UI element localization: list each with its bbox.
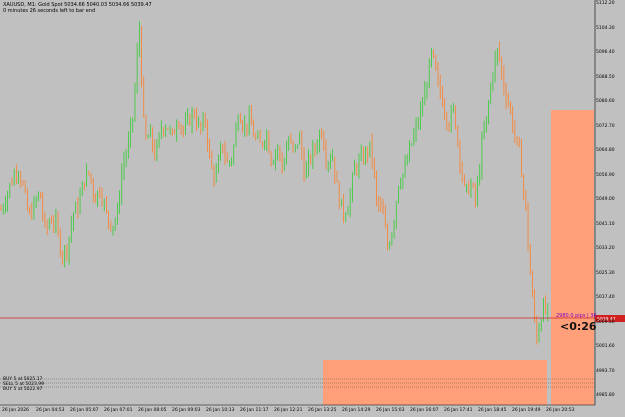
price-tick-label: 5056.90 [596, 172, 615, 178]
countdown-label: <0:26 [560, 320, 597, 333]
pips-label: 2980.0 pips | 36 [556, 313, 597, 319]
price-tick-label: 5104.30 [596, 25, 615, 31]
time-tick-label: 26 Jan 18:45 [478, 408, 507, 413]
price-chart[interactable]: 5039.47 [0, 0, 625, 417]
time-tick-label: 26 Jan 19:49 [512, 408, 541, 413]
price-tick-label: 5072.70 [596, 123, 615, 129]
time-tick-label: 26 Jan 05:07 [70, 408, 99, 413]
price-tick-label: 5025.30 [596, 270, 615, 276]
time-tick-label: 26 Jan 08:05 [138, 408, 167, 413]
time-tick-label: 26 Jan 09:03 [172, 408, 201, 413]
time-tick-label: 26 Jan 13:25 [308, 408, 337, 413]
order-zone [323, 360, 547, 405]
price-tick-label: 5049.00 [596, 197, 615, 202]
price-tick-label: 5017.40 [596, 295, 615, 300]
price-tick-label: 4985.80 [596, 393, 615, 398]
order-zone [551, 110, 594, 405]
orders-list: BUY 5 at 5025.17 SELL 5 at 5023.99 BUY 5… [3, 377, 44, 392]
time-tick-label: 26 Jan 11:17 [240, 408, 269, 413]
price-tick-label: 5112.20 [596, 1, 615, 6]
time-tick-label: 26 Jan 16:07 [410, 408, 439, 413]
price-tick-label: 4993.70 [596, 368, 615, 374]
price-tick-label: 5096.40 [596, 50, 615, 55]
price-tick-label: 5080.60 [596, 99, 615, 104]
time-tick-label: 26 Jan 12:21 [274, 408, 303, 413]
time-tick-label: 26 Jan 20:53 [546, 408, 575, 413]
price-tick-label: 5064.80 [596, 148, 615, 153]
price-tick-label: 5041.10 [596, 221, 615, 227]
time-tick-label: 26 Jan 04:53 [36, 408, 65, 413]
time-tick-label: 26 Jan 15:03 [376, 408, 405, 413]
chart-area[interactable] [0, 0, 595, 405]
time-tick-label: 26 Jan 10:13 [206, 408, 235, 413]
time-tick-label: 26 Jan 2026 [2, 408, 29, 413]
price-tick-label: 5001.60 [596, 344, 615, 349]
bar-timer-text: 0 minutes 26 seconds left to bar end [3, 8, 96, 14]
time-tick-label: 26 Jan 17:41 [444, 408, 473, 413]
price-tick-label: 5033.20 [596, 246, 615, 251]
time-tick-label: 26 Jan 14:29 [342, 408, 371, 413]
order-label: BUY 5 at 5022.97 [3, 387, 43, 392]
price-tick-label: 5088.50 [596, 74, 615, 80]
time-tick-label: 26 Jan 07:01 [104, 408, 133, 413]
price-tick-label: 5009.50 [596, 319, 615, 325]
